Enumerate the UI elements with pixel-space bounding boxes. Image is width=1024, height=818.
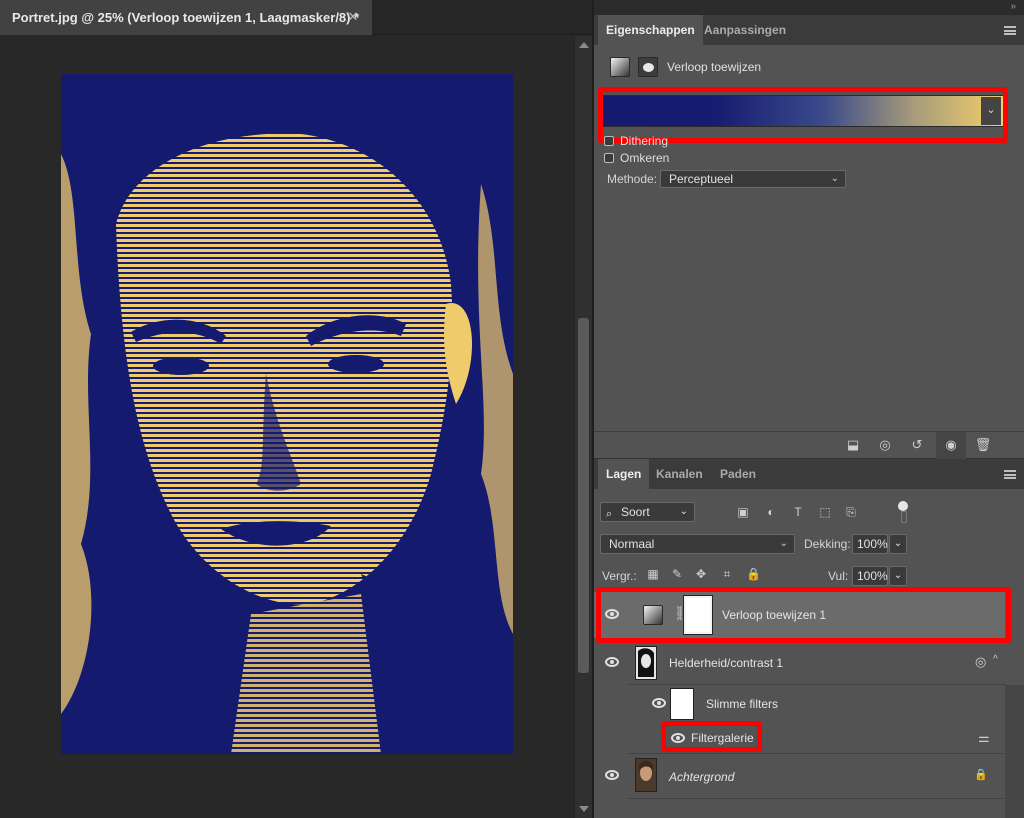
document-canvas-image[interactable] xyxy=(61,74,513,754)
method-select-value: Perceptueel xyxy=(669,172,734,186)
reverse-checkbox[interactable] xyxy=(604,153,614,163)
layers-panel: Lagen Kanalen Paden ⌕ Soort ⌄ ▣ ◐ T ⬚ ⎘ … xyxy=(594,459,1024,818)
divider xyxy=(628,798,1006,799)
tab-paden[interactable]: Paden xyxy=(712,459,764,489)
document-tab[interactable]: Portret.jpg @ 25% (Verloop toewijzen 1, … xyxy=(0,0,372,35)
chevron-down-icon: ⌄ xyxy=(679,506,688,517)
search-icon: ⌕ xyxy=(606,508,613,520)
lock-position-icon[interactable]: ✥ xyxy=(694,567,708,581)
clip-to-layer-icon[interactable]: ⬓ xyxy=(844,437,862,453)
fill-value: 100% xyxy=(857,569,888,583)
collapse-filters-icon[interactable]: ^ xyxy=(993,654,998,665)
properties-title: Verloop toewijzen xyxy=(667,60,762,74)
document-tab-title: Portret.jpg @ 25% (Verloop toewijzen 1, … xyxy=(12,10,360,25)
panel-menu-icon[interactable] xyxy=(1004,26,1016,35)
filter-gallery-row[interactable]: Filtergalerie ⚌ xyxy=(594,723,1005,753)
fill-input[interactable]: 100% ⌄ xyxy=(852,566,907,586)
properties-header: Verloop toewijzen xyxy=(594,45,1024,89)
smart-object-filter-icon[interactable]: ⎘ xyxy=(844,505,858,519)
collapse-panels-icon[interactable]: » xyxy=(1010,1,1016,12)
blend-mode-value: Normaal xyxy=(609,537,655,551)
type-filter-icon[interactable]: T xyxy=(791,505,805,519)
close-icon[interactable]: ✕ xyxy=(346,10,360,24)
document-tabbar: Portret.jpg @ 25% (Verloop toewijzen 1, … xyxy=(0,0,592,35)
layer-name: Helderheid/contrast 1 xyxy=(669,656,784,670)
layers-tabs: Lagen Kanalen Paden xyxy=(594,459,1024,489)
scroll-up-icon[interactable] xyxy=(579,42,589,48)
vertical-scrollbar[interactable] xyxy=(574,36,592,818)
layer-thumb xyxy=(635,646,657,680)
layers-scrollbar[interactable] xyxy=(1005,685,1024,818)
properties-panel: Eigenschappen Aanpassingen Verloop toewi… xyxy=(594,15,1024,459)
tab-lagen[interactable]: Lagen xyxy=(598,459,650,489)
lock-icon[interactable]: 🔒 xyxy=(974,768,988,781)
right-panel-dock: » Eigenschappen Aanpassingen Verloop toe… xyxy=(594,0,1024,818)
shape-filter-icon[interactable]: ⬚ xyxy=(818,505,832,519)
panel-menu-icon[interactable] xyxy=(1004,470,1016,479)
layer-filter-value: Soort xyxy=(621,505,650,519)
portrait-artwork xyxy=(61,74,513,754)
chevron-down-icon[interactable]: ⌄ xyxy=(889,534,907,554)
layer-background[interactable]: Achtergrond 🔒 xyxy=(594,755,1005,797)
scrollbar-thumb[interactable] xyxy=(578,318,589,673)
properties-tabs: Eigenschappen Aanpassingen xyxy=(594,15,1024,45)
background-thumb xyxy=(635,758,657,792)
opacity-input[interactable]: 100% ⌄ xyxy=(852,534,907,554)
filter-toggle-icon[interactable] xyxy=(897,501,909,523)
scroll-down-icon[interactable] xyxy=(579,806,589,812)
dither-checkbox-row[interactable]: Dithering xyxy=(604,134,668,148)
properties-footer: ⬓ ◎ ↺ ◉ 🗑 xyxy=(594,431,1024,459)
tab-kanalen[interactable]: Kanalen xyxy=(648,459,711,489)
dock-top-strip: » xyxy=(594,0,1024,15)
reset-icon[interactable]: ↺ xyxy=(908,437,926,453)
fill-label: Vul: xyxy=(828,569,849,583)
blend-mode-select[interactable]: Normaal ⌄ xyxy=(600,534,795,554)
lock-transparent-icon[interactable]: ▦ xyxy=(646,567,660,581)
method-label: Methode: xyxy=(607,172,658,186)
adjustment-filter-icon[interactable]: ◐ xyxy=(764,505,778,519)
layer-mask-icon[interactable] xyxy=(638,57,658,77)
eye-icon[interactable] xyxy=(652,698,668,710)
lock-label: Vergr.: xyxy=(602,569,637,583)
eye-icon[interactable] xyxy=(605,770,621,782)
pixel-layer-filter-icon[interactable]: ▣ xyxy=(736,505,750,519)
smart-filter-mask-thumb[interactable] xyxy=(670,688,694,720)
chevron-down-icon[interactable]: ⌄ xyxy=(889,566,907,586)
smart-filters-label: Slimme filters xyxy=(706,697,779,711)
layer-filter-select[interactable]: ⌕ Soort ⌄ xyxy=(600,502,695,522)
eye-icon[interactable] xyxy=(605,657,621,669)
reverse-label: Omkeren xyxy=(620,151,670,165)
view-previous-icon[interactable]: ◎ xyxy=(876,437,894,453)
artboard-lock-icon[interactable]: ⌗ xyxy=(720,567,734,581)
layer-brightness-contrast[interactable]: Helderheid/contrast 1 ◎ ^ xyxy=(594,643,1005,683)
trash-icon[interactable]: 🗑 xyxy=(974,437,992,453)
reverse-checkbox-row[interactable]: Omkeren xyxy=(604,151,669,165)
dither-label: Dithering xyxy=(620,134,669,148)
tab-aanpassingen[interactable]: Aanpassingen xyxy=(696,15,794,45)
divider xyxy=(628,753,1006,754)
chevron-down-icon: ⌄ xyxy=(779,538,788,549)
layer-name: Achtergrond xyxy=(669,770,735,784)
smart-object-badge-icon: ◎ xyxy=(975,654,987,669)
method-select[interactable]: Perceptueel ⌄ xyxy=(660,170,846,188)
document-area: Portret.jpg @ 25% (Verloop toewijzen 1, … xyxy=(0,0,592,818)
lock-image-icon[interactable]: ✎ xyxy=(670,567,684,581)
visibility-icon[interactable]: ◉ xyxy=(942,437,960,453)
opacity-label: Dekking: xyxy=(804,537,851,551)
chevron-down-icon: ⌄ xyxy=(830,173,839,184)
gradient-map-icon[interactable] xyxy=(610,57,630,77)
filter-blending-options-icon[interactable]: ⚌ xyxy=(978,730,990,746)
highlight-layer xyxy=(596,587,1011,643)
lock-all-icon[interactable]: 🔒 xyxy=(746,567,761,581)
dither-checkbox[interactable] xyxy=(604,136,614,146)
highlight-filter-gallery xyxy=(661,721,762,752)
tab-eigenschappen[interactable]: Eigenschappen xyxy=(598,15,703,45)
opacity-value: 100% xyxy=(857,537,888,551)
smart-filters-row[interactable]: Slimme filters xyxy=(594,685,1005,723)
